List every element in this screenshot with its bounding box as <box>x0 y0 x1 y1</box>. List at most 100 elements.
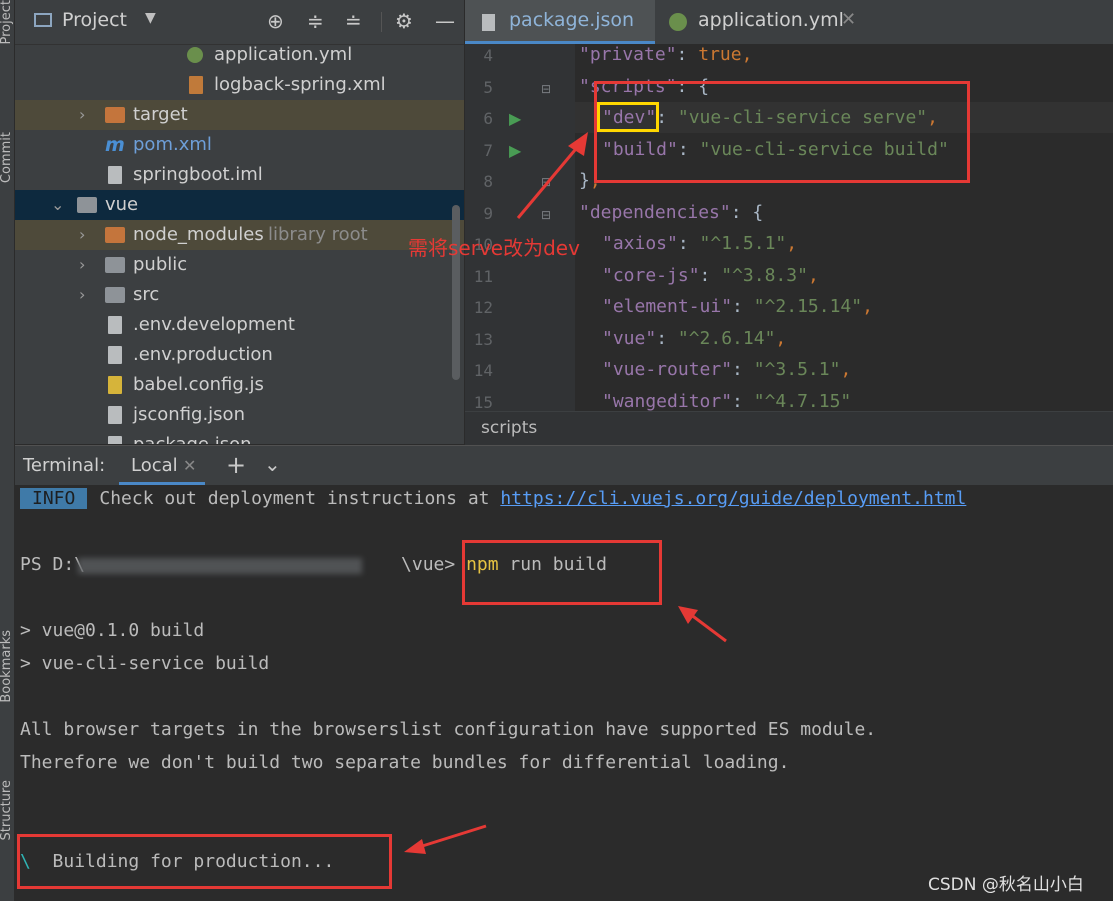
tree-item-pom-xml[interactable]: m pom.xml <box>15 130 464 160</box>
code-line-15: "wangeditor": "^4.7.15" <box>602 391 852 411</box>
tree-item-label: pom.xml <box>133 134 212 155</box>
locate-icon[interactable]: ⊕ <box>267 10 284 32</box>
folder-icon <box>77 197 97 213</box>
breadcrumb-item[interactable]: scripts <box>481 418 537 438</box>
prompt-end: \vue> <box>401 554 456 575</box>
maven-icon: m <box>105 134 125 156</box>
tree-item-jsconfig-json[interactable]: jsconfig.json <box>15 400 464 430</box>
tree-item-target[interactable]: › target <box>15 100 464 130</box>
line-number: 6 <box>483 109 493 128</box>
csdn-watermark: CSDN @秋名山小白 <box>928 875 1084 895</box>
collapse-all-icon[interactable]: ≐ <box>345 10 362 32</box>
tab-application-yml[interactable]: application.yml ✕ <box>655 0 865 44</box>
json-file-icon <box>108 406 122 424</box>
terminal-line-info: INFO Check out deployment instructions at… <box>20 488 966 509</box>
structure-tool-tab[interactable]: Structure <box>0 780 14 840</box>
tab-local[interactable]: Local ✕ <box>119 446 205 485</box>
tab-package-json[interactable]: package.json <box>465 0 655 44</box>
tree-item-babel-config-js[interactable]: babel.config.js <box>15 370 464 400</box>
tree-item-env-production[interactable]: .env.production <box>15 340 464 370</box>
tree-item-label: package.json <box>133 430 252 444</box>
tree-item-node-modules[interactable]: › node_modules library root <box>15 220 464 250</box>
chevron-right-icon[interactable]: › <box>79 280 85 310</box>
tree-item-vue[interactable]: ⌄ vue <box>15 190 464 220</box>
line-number: 7 <box>483 141 493 160</box>
chevron-right-icon[interactable]: › <box>79 220 85 250</box>
annotation-text: 需将serve改为dev <box>408 236 580 260</box>
editor-breadcrumb[interactable]: scripts <box>465 411 1113 445</box>
minimize-icon[interactable]: — <box>435 10 455 32</box>
line-number: 8 <box>483 172 493 191</box>
chevron-down-icon[interactable]: ⌄ <box>51 190 64 220</box>
tree-item-label: jsconfig.json <box>133 404 245 425</box>
chevron-down-icon[interactable]: ▼ <box>145 10 156 26</box>
terminal-header: Terminal: Local ✕ + ⌄ <box>15 445 1113 486</box>
spring-yml-icon <box>187 47 203 63</box>
project-panel: Project ▼ ⊕ ≑ ≐ ⚙ — application.yml logb… <box>15 0 464 444</box>
tree-item-label: springboot.iml <box>133 164 263 185</box>
add-terminal-icon[interactable]: + <box>226 451 246 479</box>
tree-item-package-json[interactable]: package.json <box>15 430 464 444</box>
code-line-10: "axios": "^1.5.1", <box>602 233 798 254</box>
line-number: 12 <box>473 298 493 317</box>
tab-label: application.yml <box>698 9 844 31</box>
expand-all-icon[interactable]: ≑ <box>307 10 324 32</box>
folder-orange-icon <box>105 227 125 243</box>
iml-file-icon <box>108 166 122 184</box>
tree-item-label: public <box>133 254 188 275</box>
tree-item-logback-spring-xml[interactable]: logback-spring.xml <box>15 70 464 100</box>
fold-icon[interactable]: ⊟ <box>541 82 551 96</box>
code-line-13: "vue": "^2.6.14", <box>602 328 787 349</box>
spring-yml-icon <box>669 13 687 31</box>
tree-item-public[interactable]: › public <box>15 250 464 280</box>
redacted-path <box>78 558 362 574</box>
terminal-line: All browser targets in the browserslist … <box>20 719 877 740</box>
prompt-path: PS D:\ <box>20 554 86 575</box>
tree-item-label: vue <box>105 194 139 215</box>
line-number: 9 <box>483 204 493 223</box>
tree-item-application-yml[interactable]: application.yml <box>15 40 464 70</box>
building-highlight-box <box>17 834 392 889</box>
run-script-icon[interactable]: ▶ <box>509 109 521 128</box>
tree-item-springboot-iml[interactable]: springboot.iml <box>15 160 464 190</box>
code-line-4: "private": true, <box>579 44 753 65</box>
xml-file-icon <box>189 76 203 94</box>
annotation-arrow <box>404 824 487 854</box>
chevron-down-icon[interactable]: ⌄ <box>264 452 281 476</box>
json-file-icon <box>482 14 495 31</box>
code-line-12: "element-ui": "^2.15.14", <box>602 296 873 317</box>
close-icon[interactable]: ✕ <box>841 0 856 40</box>
tool-window-strip: Project Commit Bookmarks Structure <box>0 0 15 901</box>
project-window-icon <box>34 13 52 27</box>
tree-item-env-development[interactable]: .env.development <box>15 310 464 340</box>
commit-tool-tab[interactable]: Commit <box>0 132 14 183</box>
gear-icon[interactable]: ⚙ <box>395 10 413 32</box>
js-file-icon <box>108 376 122 394</box>
folder-icon <box>105 257 125 273</box>
deployment-link[interactable]: https://cli.vuejs.org/guide/deployment.h… <box>500 488 966 509</box>
file-icon <box>108 316 122 334</box>
tree-item-src[interactable]: › src <box>15 280 464 310</box>
chevron-right-icon[interactable]: › <box>79 250 85 280</box>
close-icon[interactable]: ✕ <box>183 456 196 475</box>
bookmarks-tool-tab[interactable]: Bookmarks <box>0 630 14 703</box>
scripts-highlight-box <box>594 81 970 183</box>
terminal-title: Terminal: <box>23 455 106 476</box>
code-line-9: "dependencies": { <box>579 202 764 223</box>
tree-item-label: application.yml <box>214 44 353 65</box>
code-line-14: "vue-router": "^3.5.1", <box>602 359 852 380</box>
info-text: Check out deployment instructions at <box>99 488 490 509</box>
json-file-icon <box>108 436 122 444</box>
tree-item-label: babel.config.js <box>133 374 264 395</box>
chevron-right-icon[interactable]: › <box>79 100 85 130</box>
line-number: 5 <box>483 78 493 97</box>
line-number: 14 <box>473 361 493 380</box>
annotation-arrow <box>516 132 588 219</box>
tree-item-label: node_modules <box>133 224 264 245</box>
annotation-arrow <box>678 606 727 643</box>
header-divider <box>381 12 382 32</box>
folder-icon <box>105 287 125 303</box>
project-view-selector[interactable]: Project <box>62 9 127 31</box>
project-tool-tab[interactable]: Project <box>0 0 14 44</box>
tab-label: Local <box>131 455 178 476</box>
